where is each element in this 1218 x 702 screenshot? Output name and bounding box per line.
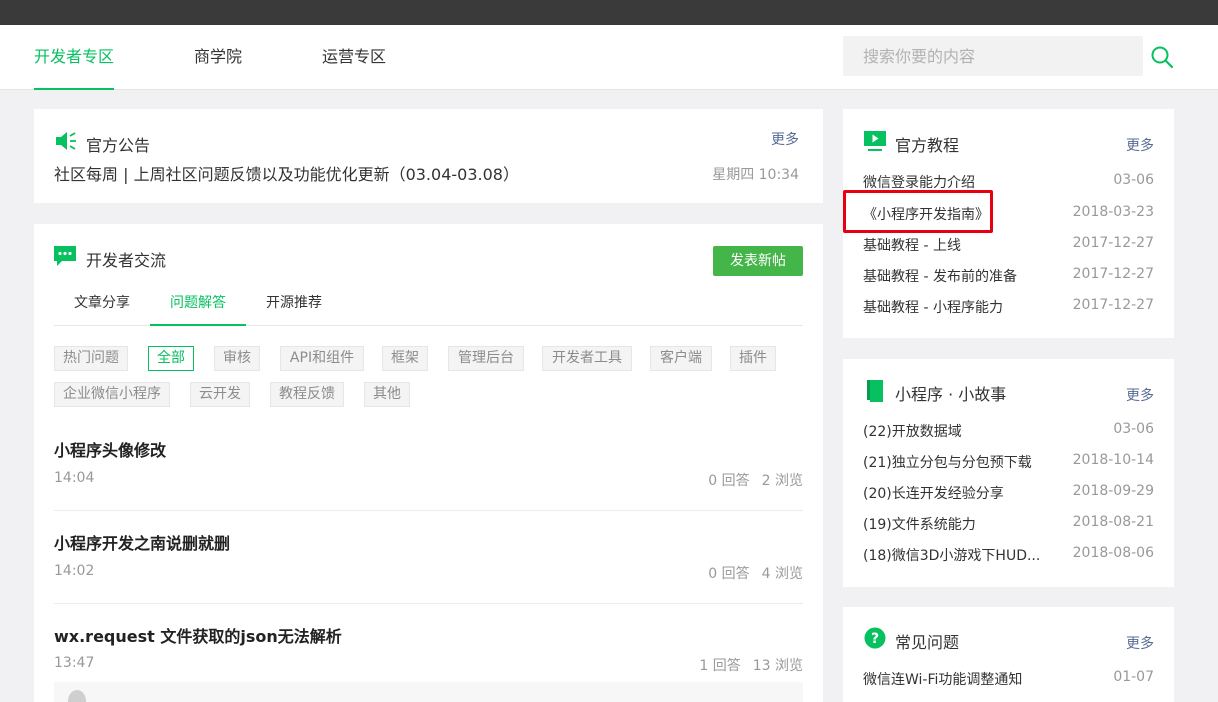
faq-item-date: 01-07 [1113, 669, 1154, 685]
avatar [68, 690, 86, 702]
video-tutorial-icon [864, 131, 886, 151]
story-item[interactable]: (21)独立分包与分包预下载 2018-10-14 [863, 452, 1154, 472]
post-replies: 0 回答 [708, 566, 750, 582]
post-divider [54, 603, 803, 604]
story-item-date: 2018-08-21 [1072, 514, 1154, 530]
tag-hot[interactable]: 热门问题 [54, 346, 128, 371]
main-nav: 开发者专区 商学院 运营专区 [0, 25, 1218, 90]
search-icon[interactable] [1150, 45, 1174, 69]
faq-more-link[interactable]: 更多 [1126, 633, 1154, 653]
tutorial-item[interactable]: 《小程序开发指南》 2018-03-23 [863, 204, 1154, 224]
question-icon: ? [864, 627, 886, 649]
post-time: 13:47 [54, 655, 95, 671]
tutorial-item[interactable]: 基础教程 - 小程序能力 2017-12-27 [863, 297, 1154, 317]
post-views: 4 浏览 [761, 566, 803, 582]
tag-review[interactable]: 审核 [214, 346, 260, 371]
tutorials-more-link[interactable]: 更多 [1126, 135, 1154, 155]
post-stats: 0 回答 2 浏览 [696, 470, 803, 490]
tutorial-item-date: 2017-12-27 [1072, 266, 1154, 282]
post-views: 13 浏览 [752, 658, 803, 674]
tag-admin[interactable]: 管理后台 [448, 346, 524, 371]
story-item-title: (20)长连开发经验分享 [863, 486, 1004, 502]
tutorial-item-title: 微信登录能力介绍 [863, 175, 975, 191]
tag-api[interactable]: API和组件 [280, 346, 364, 371]
post-stats: 1 回答 13 浏览 [687, 655, 803, 675]
announcement-more-link[interactable]: 更多 [771, 129, 799, 149]
post-replies: 1 回答 [699, 658, 741, 674]
post-views: 2 浏览 [761, 473, 803, 489]
tutorial-item-title: 基础教程 - 发布前的准备 [863, 269, 1017, 285]
tag-cloud-dev[interactable]: 云开发 [190, 382, 250, 407]
story-item-title: (19)文件系统能力 [863, 517, 976, 533]
speaker-icon [56, 132, 76, 150]
announcement-time: 星期四 10:34 [712, 167, 799, 183]
post-title[interactable]: 小程序开发之南说删就删 [54, 530, 230, 554]
story-item-date: 03-06 [1113, 421, 1154, 437]
post-title[interactable]: 小程序头像修改 [54, 437, 166, 461]
chat-icon [54, 246, 76, 266]
svg-text:?: ? [871, 631, 879, 647]
faq-title: 常见问题 [895, 633, 960, 652]
story-item[interactable]: (18)微信3D小游戏下HUD... 2018-08-06 [863, 545, 1154, 565]
subtab-opensource[interactable]: 开源推荐 [266, 292, 322, 312]
post-stats: 0 回答 4 浏览 [696, 563, 803, 583]
faq-card: ? 常见问题 更多 微信连Wi-Fi功能调整通知 01-07 [843, 607, 1174, 702]
post-title[interactable]: wx.request 文件获取的json无法解析 [54, 623, 342, 647]
tag-enterprise-wechat[interactable]: 企业微信小程序 [54, 382, 170, 407]
story-item-date: 2018-10-14 [1072, 452, 1154, 468]
subtab-articles[interactable]: 文章分享 [74, 292, 130, 312]
nav-tab-business-school[interactable]: 商学院 [194, 25, 242, 90]
tutorial-item[interactable]: 微信登录能力介绍 03-06 [863, 172, 1154, 192]
tag-framework[interactable]: 框架 [382, 346, 428, 371]
developer-exchange-card: 开发者交流 发表新帖 文章分享 问题解答 开源推荐 热门问题 全部 审核 API… [34, 224, 823, 702]
top-dark-bar [0, 0, 1218, 25]
story-item-title: (18)微信3D小游戏下HUD... [863, 548, 1041, 564]
post-time: 14:02 [54, 563, 95, 579]
tutorial-item-date: 2017-12-27 [1072, 235, 1154, 251]
answer-preview[interactable] [54, 682, 803, 702]
story-item[interactable]: (19)文件系统能力 2018-08-21 [863, 514, 1154, 534]
nav-tab-developer[interactable]: 开发者专区 [34, 25, 115, 90]
tag-devtools[interactable]: 开发者工具 [542, 346, 632, 371]
post-replies: 0 回答 [708, 473, 750, 489]
tag-other[interactable]: 其他 [364, 382, 410, 407]
tag-plugin[interactable]: 插件 [730, 346, 776, 371]
tag-tutorial-feedback[interactable]: 教程反馈 [270, 382, 344, 407]
book-icon [867, 380, 883, 402]
tutorial-item-title: 基础教程 - 小程序能力 [863, 300, 1003, 316]
tag-all[interactable]: 全部 [148, 346, 194, 371]
new-post-button[interactable]: 发表新帖 [713, 246, 803, 276]
announcement-text[interactable]: 社区每周 | 上周社区问题反馈以及功能优化更新（03.04-03.08） [54, 161, 519, 185]
tutorials-card: 官方教程 更多 微信登录能力介绍 03-06 《小程序开发指南》 2018-03-2… [843, 109, 1174, 338]
faq-item[interactable]: 微信连Wi-Fi功能调整通知 01-07 [863, 669, 1154, 689]
story-item-title: (22)开放数据域 [863, 424, 962, 440]
stories-more-link[interactable]: 更多 [1126, 385, 1154, 405]
tutorial-item-date: 2017-12-27 [1072, 297, 1154, 313]
exchange-title: 开发者交流 [86, 251, 167, 270]
post-time: 14:04 [54, 470, 95, 486]
story-item[interactable]: (20)长连开发经验分享 2018-09-29 [863, 483, 1154, 503]
nav-tab-operations[interactable]: 运营专区 [322, 25, 386, 90]
story-item[interactable]: (22)开放数据域 03-06 [863, 421, 1154, 441]
search-input[interactable] [843, 36, 1143, 76]
stories-card: 小程序 · 小故事 更多 (22)开放数据域 03-06 (21)独立分包与分包预… [843, 359, 1174, 587]
tutorial-item-date: 03-06 [1113, 172, 1154, 188]
announcement-card: 官方公告 更多 社区每周 | 上周社区问题反馈以及功能优化更新（03.04-03… [34, 109, 823, 203]
tutorial-item[interactable]: 基础教程 - 发布前的准备 2017-12-27 [863, 266, 1154, 286]
post-divider [54, 510, 803, 511]
tutorial-item-title: 基础教程 - 上线 [863, 238, 961, 254]
subtab-active-indicator [150, 324, 246, 326]
tutorial-item[interactable]: 基础教程 - 上线 2017-12-27 [863, 235, 1154, 255]
story-item-date: 2018-08-06 [1072, 545, 1154, 561]
stories-title: 小程序 · 小故事 [895, 385, 1007, 404]
tutorial-item-title: 《小程序开发指南》 [863, 207, 989, 223]
faq-item-title: 微信连Wi-Fi功能调整通知 [863, 672, 1023, 688]
tag-client[interactable]: 客户端 [650, 346, 712, 371]
announcement-title: 官方公告 [86, 136, 151, 155]
subtab-qa[interactable]: 问题解答 [170, 292, 226, 312]
story-item-date: 2018-09-29 [1072, 483, 1154, 499]
tutorials-title: 官方教程 [895, 136, 960, 155]
story-item-title: (21)独立分包与分包预下载 [863, 455, 1032, 471]
tutorial-item-date: 2018-03-23 [1072, 204, 1154, 220]
